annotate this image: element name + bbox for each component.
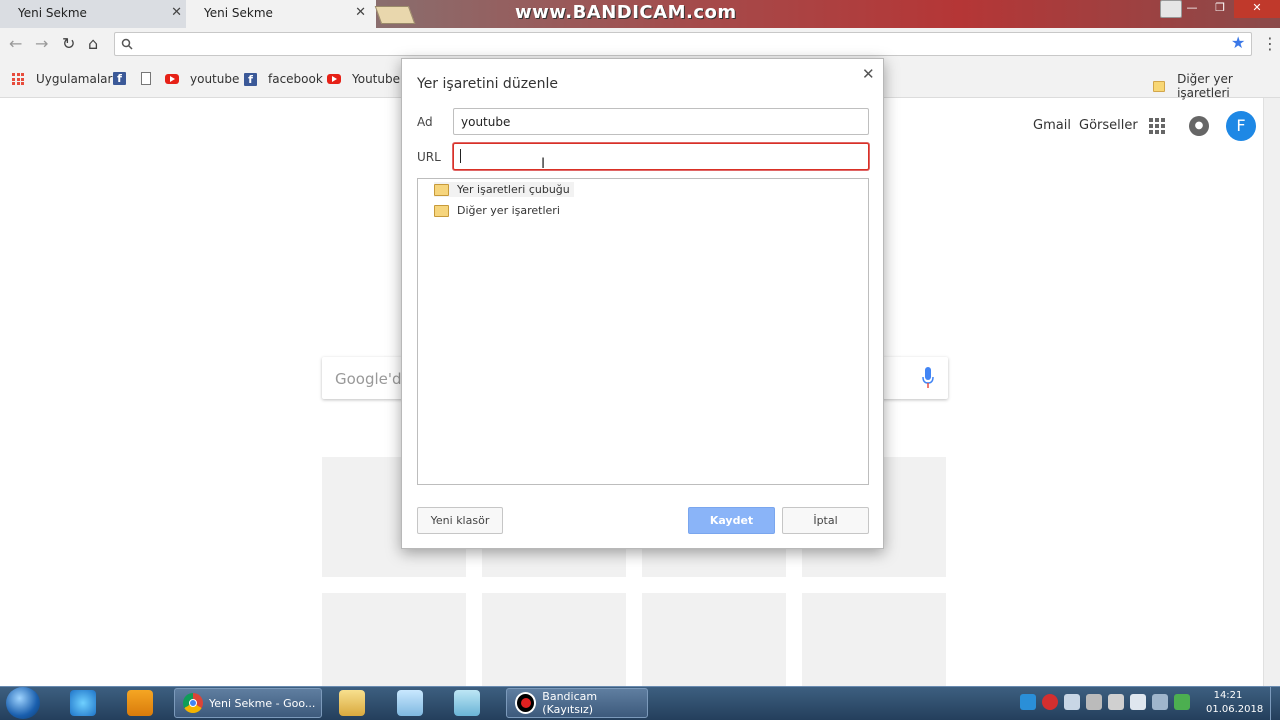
clock-time: 14:21 [1213, 690, 1243, 701]
tab-1[interactable]: Yeni Sekme ✕ [0, 0, 192, 28]
network-icon[interactable] [1130, 694, 1146, 710]
bandicam-watermark: www.BANDICAM.com [515, 2, 737, 23]
new-folder-button[interactable]: Yeni klasör [417, 507, 503, 534]
folder-icon [434, 204, 449, 217]
most-visited-tile[interactable] [322, 593, 466, 686]
explorer-folder-icon[interactable] [339, 690, 365, 716]
most-visited-tile[interactable] [642, 593, 786, 686]
taskbar-bandicam-label: Bandicam (Kayıtsız) [542, 690, 598, 716]
internet-explorer-icon[interactable] [70, 690, 96, 716]
restore-icon[interactable]: ❐ [1206, 0, 1234, 18]
google-apps-icon[interactable] [1149, 118, 1165, 134]
clock[interactable]: 14:21 01.06.2018 [1206, 689, 1264, 717]
forward-icon[interactable]: → [35, 34, 48, 53]
close-icon[interactable]: ✕ [355, 5, 366, 20]
url-label: URL [417, 150, 441, 164]
gmail-link[interactable]: Gmail [1033, 118, 1071, 133]
tab-2[interactable]: Yeni Sekme ✕ [186, 0, 376, 28]
window-close-icon[interactable]: ✕ [1234, 0, 1280, 18]
bookmark-youtube-2[interactable]: Youtube [327, 72, 400, 86]
show-desktop-button[interactable] [1270, 687, 1280, 720]
folder-item-other-bookmarks[interactable]: Diğer yer işaretleri [434, 203, 564, 218]
tab-2-label: Yeni Sekme [204, 6, 273, 20]
media-player-icon[interactable] [127, 690, 153, 716]
menu-icon[interactable]: ⋮ [1262, 34, 1278, 53]
page-icon [141, 72, 151, 85]
taskbar-chrome[interactable]: Yeni Sekme - Goo... [174, 688, 322, 718]
avatar[interactable]: F [1226, 111, 1256, 141]
address-bar[interactable] [114, 32, 1252, 56]
home-icon[interactable]: ⌂ [88, 34, 98, 53]
other-bookmarks-label: Diğer yer işaretleri [1177, 72, 1233, 100]
folder-label: Diğer yer işaretleri [457, 204, 560, 217]
name-field[interactable] [453, 108, 869, 135]
monitor-tray-icon[interactable] [1152, 694, 1168, 710]
folder-icon [1153, 80, 1166, 92]
apps-icon [12, 73, 24, 85]
usb-tray-icon[interactable] [1108, 694, 1124, 710]
dialog-title: Yer işaretini düzenle [417, 76, 559, 92]
back-icon[interactable]: ← [9, 34, 22, 53]
bookmark-facebook[interactable]: f facebook [244, 72, 323, 86]
bookmark-apps[interactable]: Uygulamalar [12, 72, 112, 86]
text-cursor-icon: I [541, 156, 546, 172]
folder-item-bookmarks-bar[interactable]: Yer işaretleri çubuğu [434, 182, 574, 197]
search-icon [121, 38, 133, 50]
facebook-icon: f [113, 72, 126, 85]
name-label: Ad [417, 115, 433, 129]
bookmark-page[interactable] [141, 72, 151, 85]
facebook-icon: f [244, 72, 257, 86]
folder-label: Yer işaretleri çubuğu [457, 183, 570, 196]
close-icon[interactable]: ✕ [171, 5, 182, 20]
youtube-icon [165, 74, 179, 84]
cancel-button[interactable]: İptal [782, 507, 869, 534]
bookmark-label: Youtube [352, 72, 400, 86]
paint-icon[interactable] [397, 690, 423, 716]
search-placeholder: Google'da [335, 370, 411, 388]
url-field[interactable] [453, 143, 869, 170]
images-link[interactable]: Görseller [1079, 118, 1138, 133]
folder-icon [434, 183, 449, 196]
taskbar-bandicam[interactable]: Bandicam (Kayıtsız) [506, 688, 648, 718]
save-button[interactable]: Kaydet [688, 507, 775, 534]
volume-icon[interactable] [1064, 694, 1080, 710]
folder-tree[interactable] [417, 178, 869, 485]
taskbar-chrome-label: Yeni Sekme - Goo... [209, 696, 316, 710]
notifications-icon[interactable]: ● [1189, 116, 1209, 136]
bookmark-facebook-icon-only[interactable]: f [113, 72, 126, 85]
text-caret [460, 149, 461, 163]
chrome-icon [183, 693, 203, 713]
vertical-scrollbar[interactable] [1263, 98, 1280, 686]
minimize-icon[interactable]: — [1178, 0, 1206, 18]
window-controls: — ❐ ✕ [1178, 0, 1280, 18]
apps-label: Uygulamalar [36, 72, 113, 86]
bookmark-label: facebook [268, 72, 323, 86]
bookmark-star-icon[interactable]: ★ [1231, 33, 1245, 52]
new-tab-button[interactable] [374, 6, 416, 24]
tab-1-label: Yeni Sekme [18, 6, 87, 20]
clock-date: 01.06.2018 [1206, 704, 1264, 715]
most-visited-tile[interactable] [482, 593, 626, 686]
reload-icon[interactable]: ↻ [62, 34, 75, 53]
most-visited-tile[interactable] [802, 593, 946, 686]
record-icon [515, 692, 537, 714]
bookmark-other[interactable]: Diğer yer işaretleri [1153, 72, 1280, 100]
youtube-icon [327, 74, 341, 84]
ie-tray-icon[interactable] [1020, 694, 1036, 710]
microphone-icon[interactable] [922, 367, 934, 389]
start-button[interactable] [6, 687, 40, 719]
security-tray-icon[interactable] [1174, 694, 1190, 710]
notepad-icon[interactable] [454, 690, 480, 716]
close-icon[interactable]: ✕ [862, 65, 875, 83]
bookmark-label: youtube [190, 72, 240, 86]
system-tray [1020, 692, 1190, 712]
tool-tray-icon[interactable] [1086, 694, 1102, 710]
bookmark-youtube[interactable]: youtube [165, 72, 239, 86]
record-tray-icon[interactable] [1042, 694, 1058, 710]
